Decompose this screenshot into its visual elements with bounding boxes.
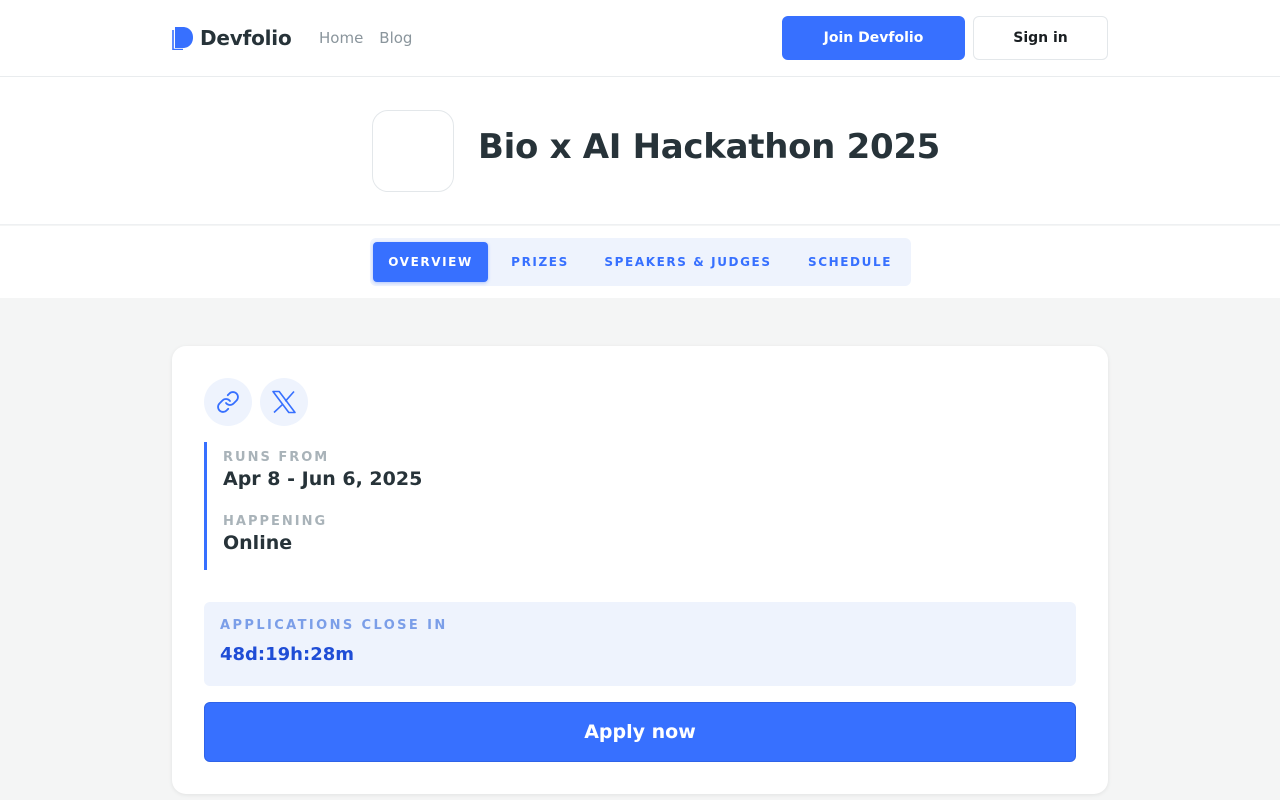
top-navbar: Devfolio Home Blog Join Devfolio Sign in — [0, 0, 1280, 77]
main-nav: Home Blog — [319, 27, 412, 49]
runs-from-label: RUNS FROM — [223, 450, 330, 465]
devfolio-logo[interactable]: Devfolio — [172, 25, 292, 51]
happening-value: Online — [223, 532, 293, 554]
website-link-button[interactable] — [204, 378, 252, 426]
tabs: OVERVIEW PRIZES SPEAKERS & JUDGES SCHEDU… — [370, 238, 911, 286]
sign-in-button[interactable]: Sign in — [973, 16, 1108, 60]
x-twitter-icon — [272, 390, 296, 414]
applications-countdown: APPLICATIONS CLOSE IN 48d:19h:28m — [204, 602, 1076, 686]
countdown-value: 48d:19h:28m — [220, 644, 354, 665]
happening-label: HAPPENING — [223, 514, 328, 529]
runs-from-value: Apr 8 - Jun 6, 2025 — [223, 468, 423, 490]
event-meta: RUNS FROM Apr 8 - Jun 6, 2025 HAPPENING … — [204, 442, 604, 570]
tab-bar: OVERVIEW PRIZES SPEAKERS & JUDGES SCHEDU… — [0, 226, 1280, 298]
tab-speakers-judges[interactable]: SPEAKERS & JUDGES — [598, 242, 778, 282]
nav-link-blog[interactable]: Blog — [379, 27, 412, 49]
tab-overview[interactable]: OVERVIEW — [373, 242, 488, 282]
join-devfolio-button[interactable]: Join Devfolio — [782, 16, 965, 60]
hackathon-title: Bio x AI Hackathon 2025 — [478, 127, 941, 167]
tab-prizes[interactable]: PRIZES — [498, 242, 582, 282]
hackathon-header: Bio x AI Hackathon 2025 — [0, 77, 1280, 225]
apply-now-button[interactable]: Apply now — [204, 702, 1076, 762]
countdown-label: APPLICATIONS CLOSE IN — [220, 618, 448, 633]
hackathon-logo — [372, 110, 454, 192]
overview-card: RUNS FROM Apr 8 - Jun 6, 2025 HAPPENING … — [172, 346, 1108, 794]
x-profile-button[interactable] — [260, 378, 308, 426]
tab-schedule[interactable]: SCHEDULE — [795, 242, 905, 282]
nav-link-home[interactable]: Home — [319, 27, 363, 49]
link-icon — [217, 391, 239, 413]
devfolio-logo-icon — [172, 27, 193, 50]
brand-name: Devfolio — [200, 26, 292, 50]
